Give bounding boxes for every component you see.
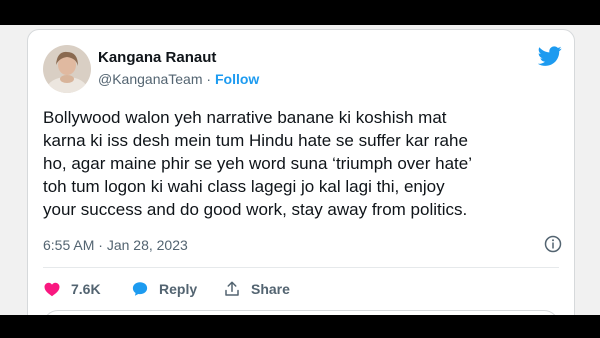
info-icon[interactable] [544,235,562,253]
divider [43,267,559,268]
tweet-date: Jan 28, 2023 [106,237,188,253]
screenshot-canvas: Kangana Ranaut @KanganaTeam · Follow Bol… [0,25,600,315]
reply-bubble-icon [132,282,148,296]
follow-button[interactable]: Follow [215,71,259,87]
separator-dot: · [206,71,212,87]
separator-dot: · [98,237,103,253]
tweet-text-line: karna ki iss desh mein tum Hindu hate se… [43,131,468,150]
tweet-text-line: Bollywood walon yeh narrative banane ki … [43,108,447,127]
tweet-time: 6:55 AM [43,237,95,253]
tweet-text-line: your success and do good work, stay away… [43,200,468,219]
tweet-text-line: toh tum logon ki wahi class lagegi jo ka… [43,177,445,196]
tweet-card: Kangana Ranaut @KanganaTeam · Follow Bol… [27,29,575,315]
like-count: 7.6K [71,281,101,297]
avatar-image [43,45,91,93]
reply-label: Reply [159,281,198,297]
tweet-timestamp[interactable]: 6:55 AM · Jan 28, 2023 [43,237,188,253]
share-icon [225,281,239,296]
share-label: Share [251,281,290,297]
twitter-bird-icon[interactable] [538,44,562,68]
share-button[interactable]: Share [223,279,290,299]
read-replies-box[interactable] [43,310,559,315]
avatar[interactable] [43,45,91,93]
heart-icon [44,282,60,297]
tweet-text: Bollywood walon yeh narrative banane ki … [43,106,563,221]
tweet-text-line: ho, agar maine phir se yeh word suna ‘tr… [43,154,473,173]
author-handle[interactable]: @KanganaTeam [98,71,203,87]
author-handle-row: @KanganaTeam · Follow [98,71,259,87]
like-button[interactable]: 7.6K [43,279,101,299]
author-name[interactable]: Kangana Ranaut [98,49,216,66]
reply-button[interactable]: Reply [131,279,197,299]
